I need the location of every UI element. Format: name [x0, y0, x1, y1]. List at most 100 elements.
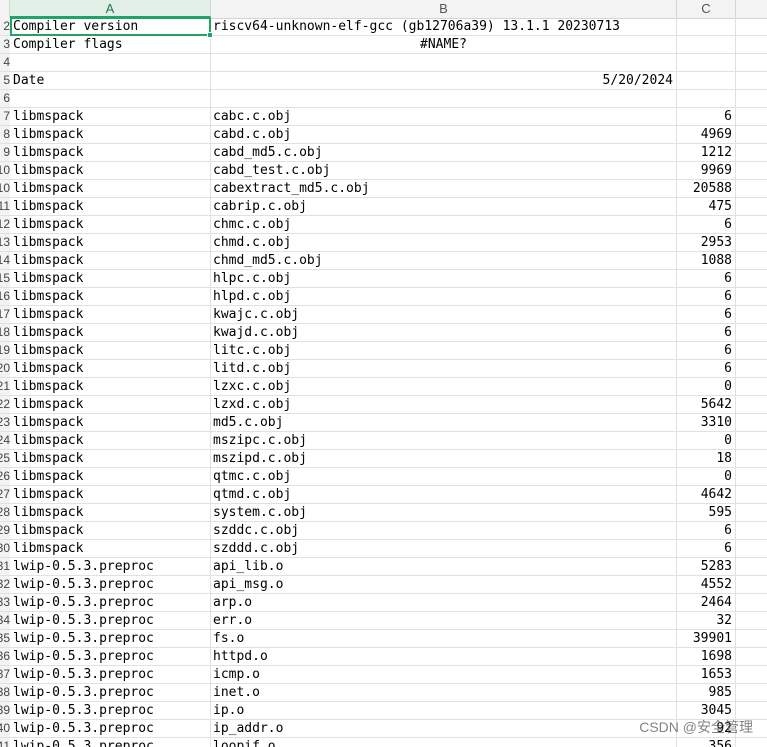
cell-a[interactable]: Date — [10, 72, 211, 89]
row-number[interactable]: 38 — [0, 684, 10, 701]
cell-d[interactable] — [736, 558, 767, 575]
cell-d[interactable] — [736, 162, 767, 179]
cell-d[interactable] — [736, 396, 767, 413]
row-number[interactable]: 37 — [0, 666, 10, 683]
cell-b[interactable]: lzxd.c.obj — [211, 396, 677, 413]
cell-c[interactable]: 2953 — [677, 234, 736, 251]
cell-a[interactable]: libmspack — [10, 468, 211, 485]
cell-d[interactable] — [736, 432, 767, 449]
cell-b[interactable]: mszipd.c.obj — [211, 450, 677, 467]
cell-c[interactable]: 985 — [677, 684, 736, 701]
row-number[interactable]: 20 — [0, 360, 10, 377]
cell-b[interactable]: system.c.obj — [211, 504, 677, 521]
cell-a[interactable]: libmspack — [10, 324, 211, 341]
cell-d[interactable] — [736, 126, 767, 143]
cell-a[interactable]: lwip-0.5.3.preproc — [10, 702, 211, 719]
cell-c[interactable]: 3310 — [677, 414, 736, 431]
cell-d[interactable] — [736, 216, 767, 233]
row-number[interactable]: 14 — [0, 252, 10, 269]
cell-b[interactable]: cabd_test.c.obj — [211, 162, 677, 179]
cell-b[interactable]: api_lib.o — [211, 558, 677, 575]
cell-d[interactable] — [736, 414, 767, 431]
cell-d[interactable] — [736, 738, 767, 747]
cell-c[interactable]: 4969 — [677, 126, 736, 143]
cell-b[interactable]: cabrip.c.obj — [211, 198, 677, 215]
cell-b[interactable]: cabd.c.obj — [211, 126, 677, 143]
cell-b[interactable]: mszipc.c.obj — [211, 432, 677, 449]
cell-d[interactable] — [736, 504, 767, 521]
cell-b[interactable]: cabd_md5.c.obj — [211, 144, 677, 161]
row-number[interactable]: 16 — [0, 288, 10, 305]
cell-b[interactable]: loopif.o — [211, 738, 677, 747]
fill-handle[interactable] — [207, 32, 213, 38]
row-number[interactable]: 24 — [0, 432, 10, 449]
cell-c[interactable]: 6 — [677, 270, 736, 287]
row-number[interactable]: 2 — [0, 18, 10, 35]
row-number[interactable]: 21 — [0, 378, 10, 395]
cell-d[interactable] — [736, 450, 767, 467]
cell-b[interactable] — [211, 54, 677, 71]
cell-c[interactable]: 6 — [677, 108, 736, 125]
cell-c[interactable]: 595 — [677, 504, 736, 521]
cell-a[interactable]: libmspack — [10, 162, 211, 179]
row-number[interactable]: 32 — [0, 576, 10, 593]
cell-d[interactable] — [736, 18, 767, 35]
cell-b[interactable]: httpd.o — [211, 648, 677, 665]
cell-a[interactable]: libmspack — [10, 108, 211, 125]
row-number[interactable]: 19 — [0, 342, 10, 359]
cell-d[interactable] — [736, 666, 767, 683]
cell-d[interactable] — [736, 72, 767, 89]
row-number[interactable]: 39 — [0, 702, 10, 719]
column-header-a[interactable]: A — [10, 0, 211, 18]
row-number[interactable]: 31 — [0, 558, 10, 575]
cell-d[interactable] — [736, 684, 767, 701]
cell-a[interactable]: libmspack — [10, 540, 211, 557]
cell-d[interactable] — [736, 144, 767, 161]
cell-c[interactable]: 20588 — [677, 180, 736, 197]
cell-b[interactable]: litc.c.obj — [211, 342, 677, 359]
cell-c[interactable]: 2464 — [677, 594, 736, 611]
cell-b[interactable]: chmd.c.obj — [211, 234, 677, 251]
cell-c[interactable] — [677, 72, 736, 89]
cell-c[interactable] — [677, 54, 736, 71]
cell-c[interactable] — [677, 90, 736, 107]
cell-a[interactable]: libmspack — [10, 504, 211, 521]
row-number[interactable]: 35 — [0, 630, 10, 647]
cell-b[interactable]: szddd.c.obj — [211, 540, 677, 557]
cell-a[interactable]: lwip-0.5.3.preproc — [10, 648, 211, 665]
cell-a[interactable]: lwip-0.5.3.preproc — [10, 684, 211, 701]
cell-c[interactable]: 5642 — [677, 396, 736, 413]
cell-a[interactable]: libmspack — [10, 198, 211, 215]
cell-a[interactable]: libmspack — [10, 270, 211, 287]
cell-c[interactable]: 6 — [677, 342, 736, 359]
cell-a[interactable]: lwip-0.5.3.preproc — [10, 612, 211, 629]
cell-d[interactable] — [736, 468, 767, 485]
cell-a[interactable]: libmspack — [10, 144, 211, 161]
row-number[interactable]: 11 — [0, 198, 10, 215]
cell-c[interactable]: 5283 — [677, 558, 736, 575]
cell-a[interactable]: lwip-0.5.3.preproc — [10, 630, 211, 647]
row-number[interactable]: 29 — [0, 522, 10, 539]
cell-d[interactable] — [736, 594, 767, 611]
cell-a[interactable]: libmspack — [10, 432, 211, 449]
row-number[interactable]: 10 — [0, 180, 10, 197]
cell-a[interactable]: libmspack — [10, 414, 211, 431]
cell-a[interactable]: lwip-0.5.3.preproc — [10, 558, 211, 575]
cell-c[interactable]: 4642 — [677, 486, 736, 503]
cell-d[interactable] — [736, 36, 767, 53]
cell-a[interactable]: Compiler version — [10, 18, 211, 35]
row-number[interactable]: 23 — [0, 414, 10, 431]
cell-a[interactable]: libmspack — [10, 360, 211, 377]
cell-c[interactable]: 39901 — [677, 630, 736, 647]
row-number[interactable]: 9 — [0, 144, 10, 161]
cell-c[interactable]: 0 — [677, 378, 736, 395]
cell-c[interactable]: 475 — [677, 198, 736, 215]
cell-b[interactable]: ip.o — [211, 702, 677, 719]
cell-a[interactable]: libmspack — [10, 342, 211, 359]
row-number[interactable]: 36 — [0, 648, 10, 665]
cell-a[interactable]: libmspack — [10, 396, 211, 413]
cell-d[interactable] — [736, 360, 767, 377]
row-number[interactable]: 13 — [0, 234, 10, 251]
row-number[interactable]: 34 — [0, 612, 10, 629]
cell-c[interactable]: 18 — [677, 450, 736, 467]
